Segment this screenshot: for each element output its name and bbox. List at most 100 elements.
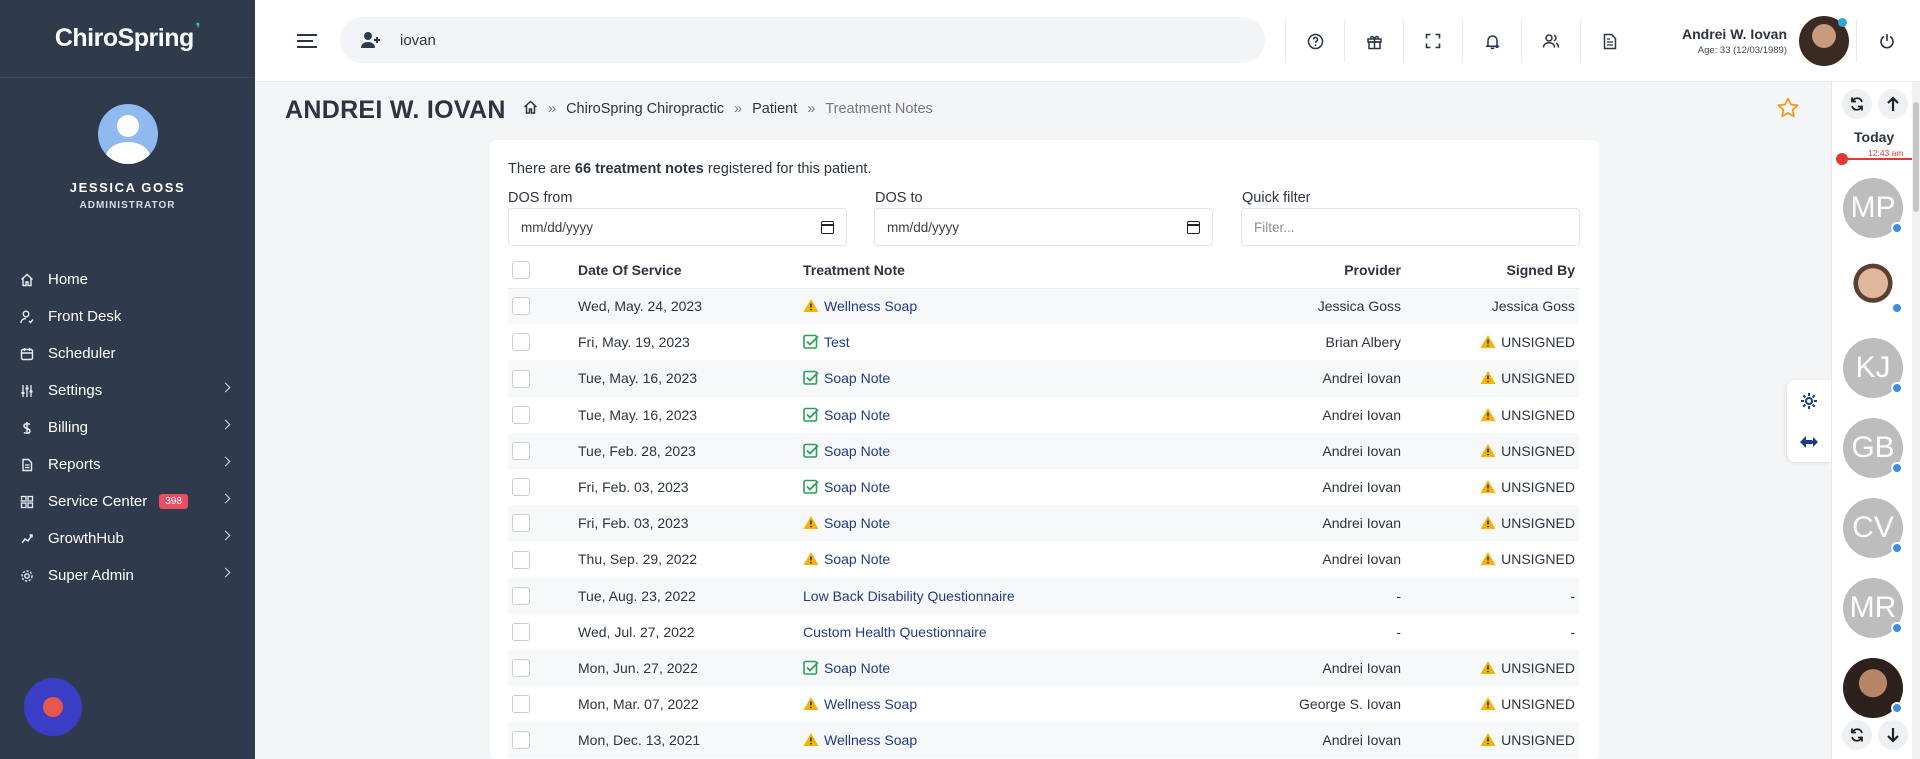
row-checkbox[interactable] [512,550,530,569]
table-row[interactable]: Mon, Dec. 13, 2021 Wellness Soap Andrei Io… [508,722,1579,759]
sidebar-item-super-admin[interactable]: Super Admin [0,557,255,594]
calendar-icon[interactable] [1187,221,1200,234]
treatment-note-link[interactable]: Custom Health Questionnaire [803,624,987,640]
select-all-checkbox[interactable] [512,260,530,279]
row-checkbox[interactable] [512,333,530,352]
row-checkbox[interactable] [512,622,530,641]
gift-icon[interactable] [1344,20,1403,62]
treatment-note-cell: Low Back Disability Questionnaire [803,577,1223,614]
table-row[interactable]: Mon, Jun. 27, 2022 Soap Note Andrei Iovan U… [508,649,1579,687]
user-avatar[interactable] [97,104,158,164]
table-row[interactable]: Wed, May. 24, 2023 Wellness Soap Jessica G… [508,288,1579,325]
add-user-icon[interactable] [360,31,382,49]
treatment-note-link[interactable]: Wellness Soap [824,696,917,712]
treatment-note-link[interactable]: Soap Note [824,479,890,495]
chevron-right-icon[interactable] [220,382,231,393]
table-row[interactable]: Thu, Sep. 29, 2022 Soap Note Andrei Iovan U… [508,541,1579,577]
appointment-avatar[interactable]: KJ [1843,338,1903,398]
row-checkbox[interactable] [512,478,530,497]
sidebar-item-front-desk[interactable]: Front Desk [0,298,255,335]
bell-icon[interactable] [1462,20,1521,62]
table-row[interactable]: Fri, Feb. 03, 2023 Soap Note Andrei Iovan U… [508,469,1579,505]
appointment-avatar[interactable]: CV [1843,498,1903,558]
sidebar-item-service-center[interactable]: Service Center 398 [0,483,255,520]
treatment-note-link[interactable]: Soap Note [824,551,890,567]
sidebar-item-growthhub[interactable]: GrowthHub [0,520,255,557]
treatment-note-link[interactable]: Low Back Disability Questionnaire [803,588,1015,604]
table-row[interactable]: Wed, Jul. 27, 2022 Custom Health Question… [508,614,1579,650]
treatment-note-link[interactable]: Wellness Soap [824,732,917,748]
sidebar-item-home[interactable]: Home [0,261,255,298]
appointment-avatar[interactable]: MR [1843,578,1903,638]
app-logo[interactable]: ChiroSpring ❜ [0,0,255,78]
appointment-avatar[interactable]: MP [1843,178,1903,238]
appointment-avatar[interactable] [1843,258,1903,318]
quick-filter-input[interactable]: Filter... [1241,208,1580,246]
chevron-right-icon[interactable] [220,456,231,467]
table-row[interactable]: Tue, May. 16, 2023 Soap Note Andrei Iovan U… [508,360,1579,397]
table-row[interactable]: Fri, Feb. 03, 2023 Soap Note Andrei Iovan U… [508,505,1579,542]
patient-search[interactable] [340,17,1265,63]
chevron-right-icon[interactable] [220,493,231,504]
row-checkbox[interactable] [512,297,530,316]
arrow-down-icon[interactable] [1878,720,1908,750]
settings-gear-icon[interactable] [1787,380,1831,421]
row-checkbox[interactable] [512,441,530,460]
rail-scrollbar[interactable] [1912,82,1920,759]
treatment-note-link[interactable]: Soap Note [824,660,890,676]
chevron-right-icon[interactable] [220,530,231,541]
refresh-icon[interactable] [1842,720,1872,750]
appointment-avatar[interactable]: GB [1843,418,1903,478]
row-checkbox[interactable] [512,731,530,750]
treatment-note-link[interactable]: Soap Note [824,515,890,531]
row-checkbox[interactable] [512,695,530,714]
document-icon[interactable] [1580,20,1639,62]
column-provider[interactable]: Provider [1223,252,1401,289]
treatment-note-link[interactable]: Soap Note [824,407,890,423]
patient-avatar[interactable] [1799,16,1849,66]
treatment-note-link[interactable]: Soap Note [824,370,890,386]
sidebar-item-scheduler[interactable]: Scheduler [0,335,255,372]
calendar-icon[interactable] [821,221,834,234]
sidebar-item-settings[interactable]: Settings [0,372,255,409]
appointment-avatar[interactable] [1843,658,1903,718]
row-checkbox[interactable] [512,514,530,533]
sidebar-item-reports[interactable]: Reports [0,446,255,483]
row-checkbox[interactable] [512,659,530,678]
row-checkbox[interactable] [512,586,530,605]
treatment-note-link[interactable]: Wellness Soap [824,298,917,314]
row-checkbox[interactable] [512,369,530,388]
power-icon[interactable] [1856,20,1916,62]
dos-to-input[interactable]: mm/dd/yyyy [874,208,1213,246]
treatment-note-link[interactable]: Soap Note [824,443,890,459]
dos-from-input[interactable]: mm/dd/yyyy [508,208,847,246]
row-checkbox[interactable] [512,405,530,424]
top-bar: Andrei W. Iovan Age: 33 (12/03/1989) [255,0,1920,82]
record-button[interactable] [24,678,82,736]
table-row[interactable]: Tue, Feb. 28, 2023 Soap Note Andrei Iovan U… [508,432,1579,469]
help-icon[interactable] [1285,20,1344,62]
column-treatment-note[interactable]: Treatment Note [803,252,1223,289]
chevron-right-icon[interactable] [220,567,231,578]
breadcrumb-clinic[interactable]: ChiroSpring Chiropractic [566,101,724,117]
home-icon[interactable] [523,100,538,118]
refresh-icon[interactable] [1842,89,1872,119]
column-date[interactable]: Date Of Service [578,252,803,289]
swap-arrows-icon[interactable] [1787,421,1831,462]
sidebar-item-billing[interactable]: Billing [0,409,255,446]
favorite-star-icon[interactable] [1776,96,1800,123]
users-icon[interactable] [1521,20,1580,62]
column-signed-by[interactable]: Signed By [1401,252,1579,289]
table-row[interactable]: Tue, May. 16, 2023 Soap Note Andrei Iovan U… [508,397,1579,433]
arrow-up-icon[interactable] [1878,89,1908,119]
table-row[interactable]: Tue, Aug. 23, 2022 Low Back Disability Qu… [508,577,1579,614]
fullscreen-icon[interactable] [1403,20,1462,62]
table-row[interactable]: Mon, Mar. 07, 2022 Wellness Soap George S.… [508,686,1579,722]
chevron-right-icon[interactable] [220,419,231,430]
table-row[interactable]: Fri, May. 19, 2023 Test Brian Albery UNSIGN… [508,324,1579,360]
menu-toggle-icon[interactable] [297,34,317,48]
status-dot-icon [1891,622,1903,634]
breadcrumb-patient[interactable]: Patient [752,101,797,117]
treatment-note-link[interactable]: Test [824,334,850,350]
search-input[interactable] [400,31,1200,49]
